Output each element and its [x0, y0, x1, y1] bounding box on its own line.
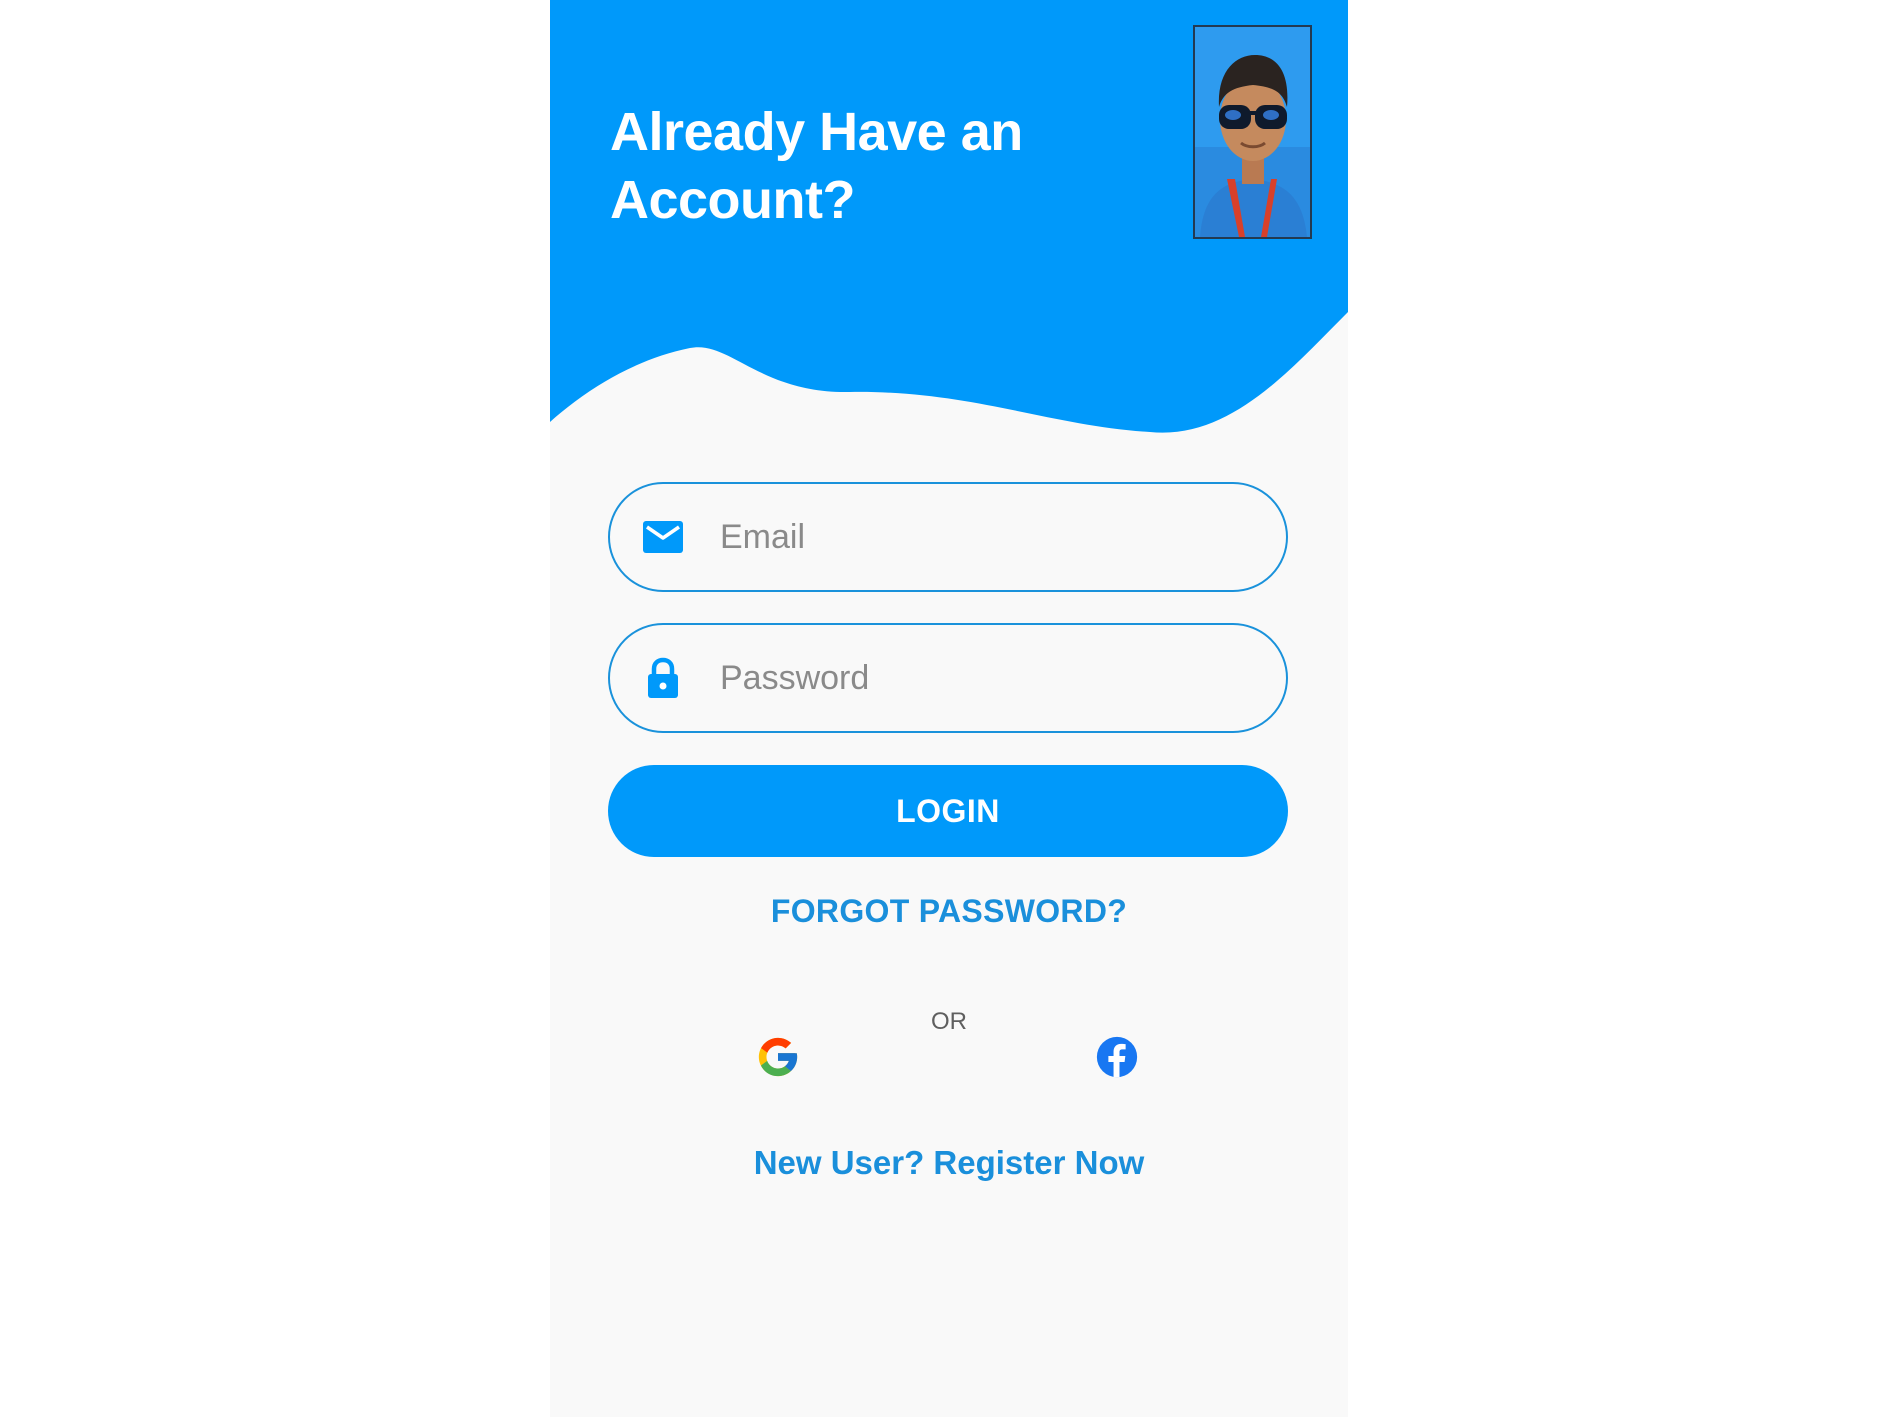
password-field[interactable]	[608, 623, 1288, 733]
forgot-password-link[interactable]: FORGOT PASSWORD?	[550, 893, 1348, 930]
page-title: Already Have an Account?	[610, 98, 1023, 234]
avatar	[1193, 25, 1312, 239]
title-line-1: Already Have an	[610, 102, 1023, 162]
email-input[interactable]	[718, 516, 1262, 558]
login-screen: Already Have an Account? Email LOGIN FOR…	[550, 0, 1348, 1417]
title-line-2: Account?	[610, 170, 856, 230]
register-link[interactable]: New User? Register Now	[550, 1144, 1348, 1182]
google-icon[interactable]	[755, 1034, 801, 1080]
password-input[interactable]	[718, 657, 1262, 699]
login-button[interactable]: LOGIN	[608, 765, 1288, 857]
lock-icon	[640, 655, 686, 701]
facebook-icon[interactable]	[1094, 1034, 1140, 1080]
or-divider-label: OR	[931, 1008, 967, 1035]
avatar-photo	[1195, 27, 1310, 237]
email-field[interactable]	[608, 482, 1288, 592]
email-icon	[640, 514, 686, 560]
